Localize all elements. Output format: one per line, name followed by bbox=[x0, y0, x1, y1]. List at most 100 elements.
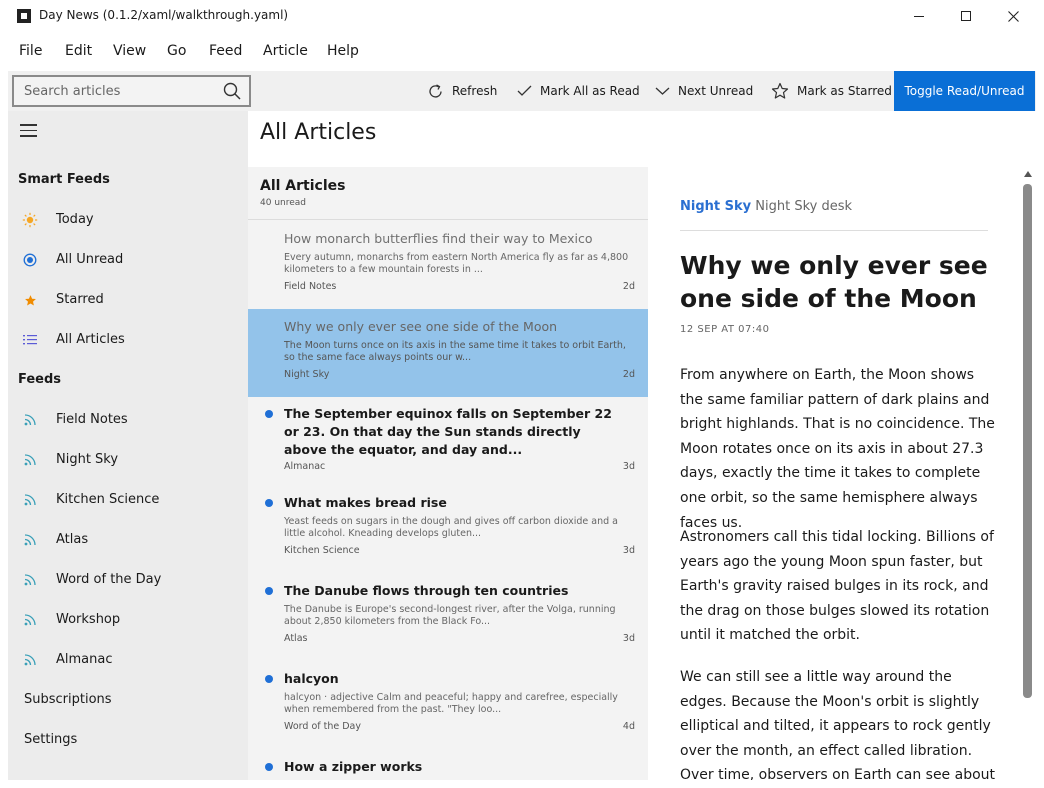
unread-dot bbox=[265, 499, 273, 507]
menu-edit[interactable]: Edit bbox=[65, 43, 92, 59]
close-button[interactable] bbox=[990, 0, 1036, 32]
scroll-up-arrow-icon[interactable] bbox=[1024, 171, 1032, 177]
sidebar-item-word-of-the-day[interactable]: Word of the Day bbox=[8, 560, 248, 600]
sidebar-item-label: Word of the Day bbox=[56, 572, 162, 587]
article-excerpt: Every autumn, monarchs from eastern Nort… bbox=[284, 252, 629, 275]
mark-starred-label: Mark as Starred bbox=[797, 84, 892, 98]
sidebar-item-workshop[interactable]: Workshop bbox=[8, 600, 248, 640]
sidebar-item-all-unread[interactable]: All Unread bbox=[8, 240, 248, 280]
maximize-button[interactable] bbox=[943, 0, 989, 32]
article-title: halcyon bbox=[284, 671, 339, 686]
menu-article[interactable]: Article bbox=[263, 43, 308, 59]
sidebar-item-all-articles[interactable]: All Articles bbox=[8, 320, 248, 360]
sidebar-item-label: All Articles bbox=[56, 332, 125, 347]
search-icon[interactable] bbox=[223, 82, 241, 100]
reader-scrollbar[interactable] bbox=[1020, 167, 1036, 780]
article-age: 3d bbox=[622, 461, 635, 472]
minimize-button[interactable] bbox=[896, 0, 942, 32]
sidebar-item-today[interactable]: Today bbox=[8, 200, 248, 240]
list-item-selected[interactable]: Why we only ever see one side of the Moo… bbox=[248, 309, 648, 397]
star-icon bbox=[22, 292, 38, 308]
sidebar-item-label: Workshop bbox=[56, 612, 121, 627]
sidebar-item-label: Atlas bbox=[56, 532, 89, 547]
sidebar-item-kitchen-science[interactable]: Kitchen Science bbox=[8, 480, 248, 520]
article-feed: Almanac bbox=[284, 461, 326, 472]
menu-file[interactable]: File bbox=[19, 43, 42, 59]
unread-dot bbox=[265, 763, 273, 771]
article-age: 4d bbox=[622, 721, 635, 732]
mark-starred-button[interactable]: Mark as Starred bbox=[771, 71, 892, 111]
article-paragraph: We can still see a little way around the… bbox=[680, 669, 996, 780]
refresh-button[interactable]: Refresh bbox=[427, 71, 497, 111]
maximize-icon bbox=[961, 11, 971, 21]
article-excerpt: halcyon · adjective Calm and peaceful; h… bbox=[284, 692, 618, 715]
sidebar-item-atlas[interactable]: Atlas bbox=[8, 520, 248, 560]
list-item[interactable]: How monarch butterflies find their way t… bbox=[248, 220, 648, 308]
article-excerpt: The Moon turns once on its axis in the s… bbox=[284, 340, 626, 363]
list-item[interactable]: The September equinox falls on September… bbox=[248, 398, 648, 486]
feeds-header: Feeds bbox=[18, 372, 62, 387]
chevron-down-icon bbox=[655, 87, 670, 95]
list-item[interactable]: What makes bread rise Yeast feeds on sug… bbox=[248, 487, 648, 575]
sidebar-item-starred[interactable]: Starred bbox=[8, 280, 248, 320]
sidebar-item-label: Almanac bbox=[56, 652, 113, 667]
minimize-icon bbox=[914, 15, 924, 17]
rss-icon bbox=[22, 612, 38, 628]
menu-go[interactable]: Go bbox=[167, 43, 186, 59]
list-header: All Articles 40 unread bbox=[260, 178, 345, 208]
feed-name-link[interactable]: Night Sky bbox=[680, 199, 751, 214]
refresh-label: Refresh bbox=[452, 84, 498, 98]
sidebar-item-label: Today bbox=[56, 212, 94, 227]
list-item[interactable]: How a zipper works bbox=[248, 751, 648, 780]
star-outline-icon bbox=[771, 82, 789, 99]
sidebar-item-night-sky[interactable]: Night Sky bbox=[8, 440, 248, 480]
toggle-read-unread-button[interactable]: Toggle Read/Unread bbox=[894, 71, 1035, 111]
article-age: 2d bbox=[622, 281, 635, 292]
unread-dot bbox=[265, 587, 273, 595]
sidebar-item-almanac[interactable]: Almanac bbox=[8, 640, 248, 680]
sidebar-item-label: Kitchen Science bbox=[56, 492, 160, 507]
settings-link[interactable]: Settings bbox=[24, 732, 77, 747]
article-title: The September equinox falls on September… bbox=[284, 406, 612, 457]
mark-all-read-label: Mark All as Read bbox=[540, 84, 640, 98]
article-excerpt: Yeast feeds on sugars in the dough and g… bbox=[284, 516, 618, 539]
article-excerpt: The Danube is Europe's second-longest ri… bbox=[284, 604, 616, 627]
mark-all-read-button[interactable]: Mark All as Read bbox=[517, 71, 640, 111]
subscriptions-link[interactable]: Subscriptions bbox=[24, 692, 112, 707]
divider bbox=[680, 230, 988, 231]
radio-dot-icon bbox=[22, 252, 38, 268]
article-feed: Kitchen Science bbox=[284, 545, 360, 556]
feed-line: Night Sky Night Sky desk bbox=[680, 199, 852, 214]
window-title: Day News (0.1.2/xaml/walkthrough.yaml) bbox=[39, 8, 289, 22]
menu-view[interactable]: View bbox=[113, 43, 146, 59]
menu-feed[interactable]: Feed bbox=[209, 43, 242, 59]
article-paragraph: Astronomers call this tidal locking. Bil… bbox=[680, 529, 994, 644]
article-feed: Field Notes bbox=[284, 281, 337, 292]
article-feed: Atlas bbox=[284, 633, 308, 644]
next-unread-button[interactable]: Next Unread bbox=[655, 71, 753, 111]
unread-dot bbox=[265, 675, 273, 683]
menu-bar: File Edit View Go Feed Article Help bbox=[0, 32, 1044, 70]
hamburger-menu-icon[interactable] bbox=[20, 124, 37, 137]
sidebar-item-field-notes[interactable]: Field Notes bbox=[8, 400, 248, 440]
app-icon bbox=[17, 9, 31, 23]
search-input[interactable] bbox=[14, 77, 214, 105]
scroll-thumb[interactable] bbox=[1023, 184, 1032, 698]
rss-icon bbox=[22, 652, 38, 668]
article-age: 3d bbox=[622, 633, 635, 644]
sidebar-item-label: Night Sky bbox=[56, 452, 119, 467]
list-item[interactable]: halcyon halcyon · adjective Calm and pea… bbox=[248, 663, 648, 751]
article-title: How a zipper works bbox=[284, 759, 423, 774]
feed-desk: Night Sky desk bbox=[755, 199, 853, 214]
menu-help[interactable]: Help bbox=[327, 43, 359, 59]
article-title: What makes bread rise bbox=[284, 495, 447, 510]
article-feed: Night Sky bbox=[284, 369, 330, 380]
sun-icon bbox=[22, 212, 38, 228]
rss-icon bbox=[22, 412, 38, 428]
rss-icon bbox=[22, 572, 38, 588]
sidebar-item-label: Field Notes bbox=[56, 412, 128, 427]
article-title: How monarch butterflies find their way t… bbox=[284, 231, 593, 246]
list-item[interactable]: The Danube flows through ten countries T… bbox=[248, 575, 648, 663]
list-icon bbox=[22, 332, 38, 348]
list-title: All Articles bbox=[260, 178, 346, 194]
